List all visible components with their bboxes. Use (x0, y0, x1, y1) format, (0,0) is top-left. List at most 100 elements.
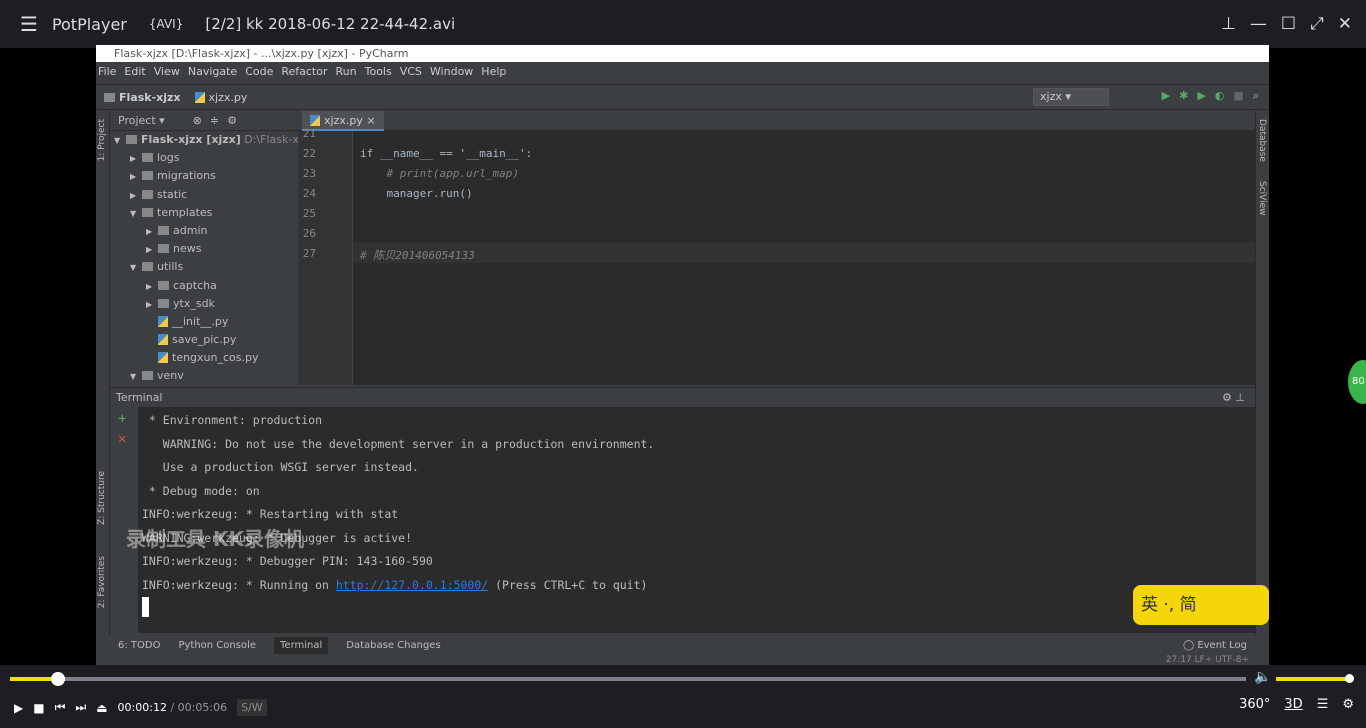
chevron-right-icon[interactable]: ▶ (146, 223, 158, 241)
breadcrumb-project[interactable]: Flask-xjzx (104, 91, 181, 104)
code-editor[interactable]: 21 22 23 24 25 26 27 if __name__ == '__main__'… (298, 127, 1255, 385)
stop-button[interactable]: ■ (33, 701, 44, 715)
tree-item[interactable]: tengxun_cos.py (110, 349, 298, 367)
tree-item[interactable]: ▶ static (110, 186, 298, 204)
playlist-icon[interactable]: ☰ (1317, 697, 1329, 712)
tree-item[interactable]: __init__.py (110, 313, 298, 331)
floating-badge[interactable]: 80 (1348, 360, 1366, 404)
folder-icon (142, 171, 153, 181)
run-icon[interactable]: ▶ (1162, 89, 1170, 103)
gear-icon[interactable]: ⚙ (227, 114, 237, 127)
chevron-right-icon[interactable]: ▶ (130, 168, 142, 186)
chevron-right-icon[interactable]: ▶ (146, 241, 158, 259)
tree-item[interactable]: ▶ logs (110, 149, 298, 167)
tree-item[interactable]: ▶ admin (110, 222, 298, 240)
tree-item-label: Flask-xjzx [xjzx] (141, 133, 241, 146)
folder-icon (158, 244, 169, 254)
360-button[interactable]: 360° (1239, 697, 1270, 712)
seek-bar[interactable] (10, 672, 1246, 686)
tool-sciview[interactable]: SciView (1257, 181, 1267, 216)
menu-code[interactable]: Code (245, 62, 273, 82)
tab-python-console[interactable]: Python Console (178, 640, 256, 651)
collapse-icon[interactable]: ≑ (210, 114, 219, 127)
coverage-icon[interactable]: ▶ (1197, 89, 1205, 103)
tree-item[interactable]: ▼ Flask-xjzx [xjzx] D:\Flask-xjzx (110, 131, 298, 149)
volume-slider[interactable] (1276, 674, 1354, 683)
menu-vcs[interactable]: VCS (400, 62, 422, 82)
chevron-down-icon[interactable]: ▼ (130, 259, 142, 277)
search-icon[interactable]: ⌕ (1253, 89, 1259, 103)
new-session-icon[interactable]: + (110, 407, 138, 431)
tree-item[interactable]: ▶ ytx_sdk (110, 295, 298, 313)
chevron-right-icon[interactable]: ▶ (146, 278, 158, 296)
terminal-output[interactable]: + ✕ * Environment: production WARNING: D… (110, 407, 1255, 633)
maximize-button[interactable]: ☐ (1281, 14, 1296, 34)
locate-icon[interactable]: ⊗ (193, 114, 202, 127)
run-config-select[interactable]: xjzx ▾ (1033, 88, 1109, 106)
menu-window[interactable]: Window (430, 62, 473, 82)
menu-navigate[interactable]: Navigate (188, 62, 237, 82)
menu-refactor[interactable]: Refactor (281, 62, 327, 82)
chevron-down-icon[interactable]: ▼ (114, 132, 126, 150)
menu-edit[interactable]: Edit (124, 62, 145, 82)
tree-item[interactable]: ▶ news (110, 240, 298, 258)
previous-button[interactable]: ⏮ (55, 700, 66, 715)
menu-run[interactable]: Run (336, 62, 357, 82)
stop-icon[interactable]: ■ (1233, 89, 1243, 103)
tool-database[interactable]: Database (1257, 119, 1267, 162)
debug-icon[interactable]: ✱ (1179, 89, 1188, 103)
next-button[interactable]: ⏭ (75, 700, 86, 715)
sw-button[interactable]: S/W (237, 699, 267, 716)
chevron-down-icon[interactable]: ▼ (130, 205, 142, 223)
tab-todo[interactable]: 6: TODO (118, 640, 160, 651)
play-button[interactable]: ▶ (14, 701, 23, 715)
tab-terminal[interactable]: Terminal (274, 636, 329, 654)
close-button[interactable]: ✕ (1338, 14, 1352, 34)
terminal-settings-icon[interactable]: ⚙ ⊥ (1222, 388, 1245, 408)
line-number: 24 (302, 187, 316, 200)
tool-favorites[interactable]: 2: Favorites (97, 556, 107, 608)
tab-database-changes[interactable]: Database Changes (346, 640, 440, 651)
event-log-button[interactable]: ◯ Event Log (1183, 640, 1247, 651)
volume-icon[interactable]: 🔈 (1254, 669, 1271, 685)
python-file-icon (158, 334, 168, 346)
pin-icon[interactable]: ⊥ (1221, 14, 1236, 34)
nav-bar: Flask-xjzx xjzx.py xjzx ▾ ▶ ✱ ▶ ◐ ■ ⌕ (96, 84, 1269, 110)
tree-item[interactable]: ▶ captcha (110, 277, 298, 295)
seek-handle[interactable] (51, 672, 66, 686)
tree-item[interactable]: save_pic.py (110, 331, 298, 349)
breadcrumb-file[interactable]: xjzx.py (194, 91, 247, 104)
code-line: # 陈贝201406054133 (360, 249, 475, 262)
total-time: 00:05:06 (177, 701, 228, 714)
tree-item-label: static (157, 187, 188, 201)
tree-item-label: admin (173, 223, 208, 237)
minimize-button[interactable]: — (1250, 14, 1267, 34)
volume-handle[interactable] (1345, 674, 1354, 683)
close-session-icon[interactable]: ✕ (110, 431, 138, 447)
ime-toolbar[interactable]: 英 ·, 简 (1133, 585, 1269, 625)
settings-icon[interactable]: ⚙ (1342, 697, 1354, 712)
fullscreen-button[interactable]: ⤢ (1310, 14, 1324, 34)
menu-tools[interactable]: Tools (365, 62, 392, 82)
chevron-right-icon[interactable]: ▶ (130, 150, 142, 168)
tree-item[interactable]: ▼ templates (110, 204, 298, 222)
menu-icon[interactable]: ☰ (20, 12, 38, 36)
chevron-down-icon[interactable]: ▼ (130, 368, 142, 385)
tool-structure[interactable]: Z: Structure (97, 471, 107, 525)
menu-help[interactable]: Help (481, 62, 506, 82)
tree-item[interactable]: ▼ utills (110, 258, 298, 276)
eject-button[interactable]: ⏏ (96, 701, 107, 715)
video-frame[interactable]: Flask-xjzx [D:\Flask-xjzx] - ...\xjzx.py… (96, 45, 1269, 665)
3d-button[interactable]: 3D (1284, 697, 1302, 712)
profile-icon[interactable]: ◐ (1215, 89, 1225, 103)
server-link[interactable]: http://127.0.0.1:5000/ (336, 578, 488, 592)
chevron-right-icon[interactable]: ▶ (130, 187, 142, 205)
chevron-right-icon[interactable]: ▶ (146, 296, 158, 314)
ide-menu-bar: File Edit View Navigate Code Refactor Run Tools… (96, 62, 1269, 82)
tree-item[interactable]: ▶ migrations (110, 167, 298, 185)
menu-file[interactable]: File (98, 62, 116, 82)
menu-view[interactable]: View (154, 62, 180, 82)
tool-project[interactable]: 1: Project (97, 119, 107, 161)
project-view-select[interactable]: Project ▾ (118, 114, 165, 127)
tree-item[interactable]: ▼ venv (110, 367, 298, 385)
